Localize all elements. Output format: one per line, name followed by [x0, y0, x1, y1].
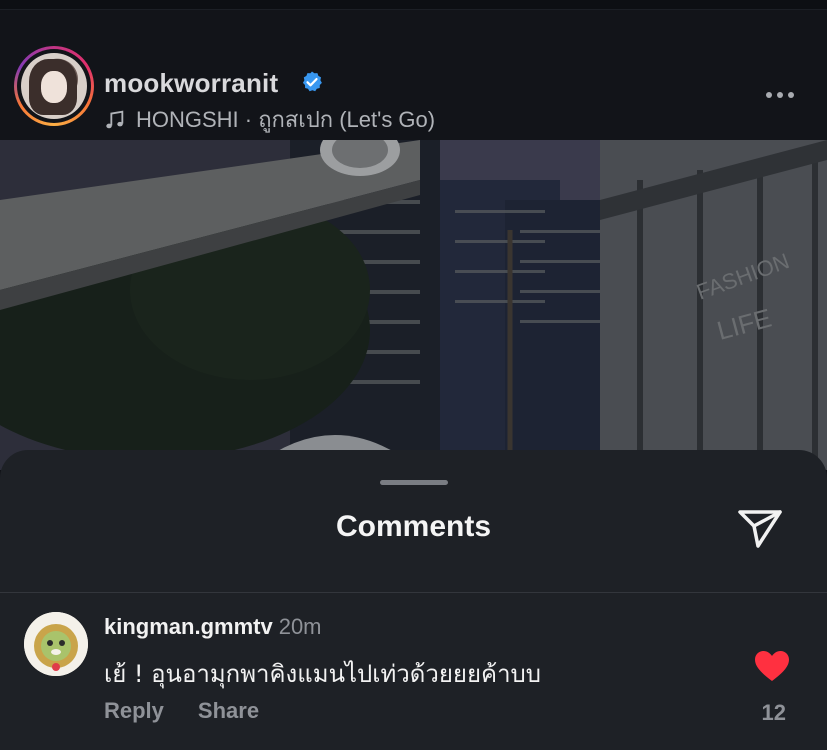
avatar-photo: [21, 53, 87, 119]
verified-badge-icon: [302, 71, 322, 92]
sheet-divider: [0, 592, 827, 593]
more-options-icon[interactable]: [766, 92, 794, 98]
comment-time: 20m: [278, 614, 322, 639]
lion-mascot-icon: [24, 612, 88, 676]
comment-header: kingman.gmmtv 20m: [104, 614, 322, 640]
story-avatar[interactable]: [14, 46, 94, 126]
post-username[interactable]: mookworranit: [104, 68, 278, 99]
song-info[interactable]: HONGSHI · ถูกสเปก (Let's Go): [104, 102, 435, 137]
post-photo: FASHION LIFE: [0, 140, 827, 470]
sheet-drag-handle[interactable]: [380, 480, 448, 485]
music-note-icon: [106, 110, 124, 128]
comment-username[interactable]: kingman.gmmtv: [104, 614, 273, 639]
comment-text: เย้ ! อุนอามุกพาคิงแมนไปเท่วด้วยยยค้าบบ: [104, 660, 542, 688]
comments-sheet: Comments kingman.gmmtv 20m เย้ ! อุนอามุก…: [0, 450, 827, 750]
send-icon[interactable]: [736, 504, 784, 552]
heart-icon[interactable]: [754, 650, 790, 682]
status-strip: [0, 0, 827, 10]
comment-avatar[interactable]: [24, 612, 88, 676]
like-count: 12: [761, 700, 786, 725]
post-header: mookworranit HONGSHI · ถูกสเปก (Let's Go…: [0, 10, 827, 140]
comments-title: Comments: [335, 510, 492, 543]
city-scene: FASHION LIFE: [0, 140, 827, 470]
share-button[interactable]: Share: [198, 698, 259, 724]
reply-button[interactable]: Reply: [104, 698, 164, 724]
song-label: HONGSHI · ถูกสเปก (Let's Go): [136, 107, 436, 132]
comment-actions: Reply Share: [104, 698, 259, 724]
